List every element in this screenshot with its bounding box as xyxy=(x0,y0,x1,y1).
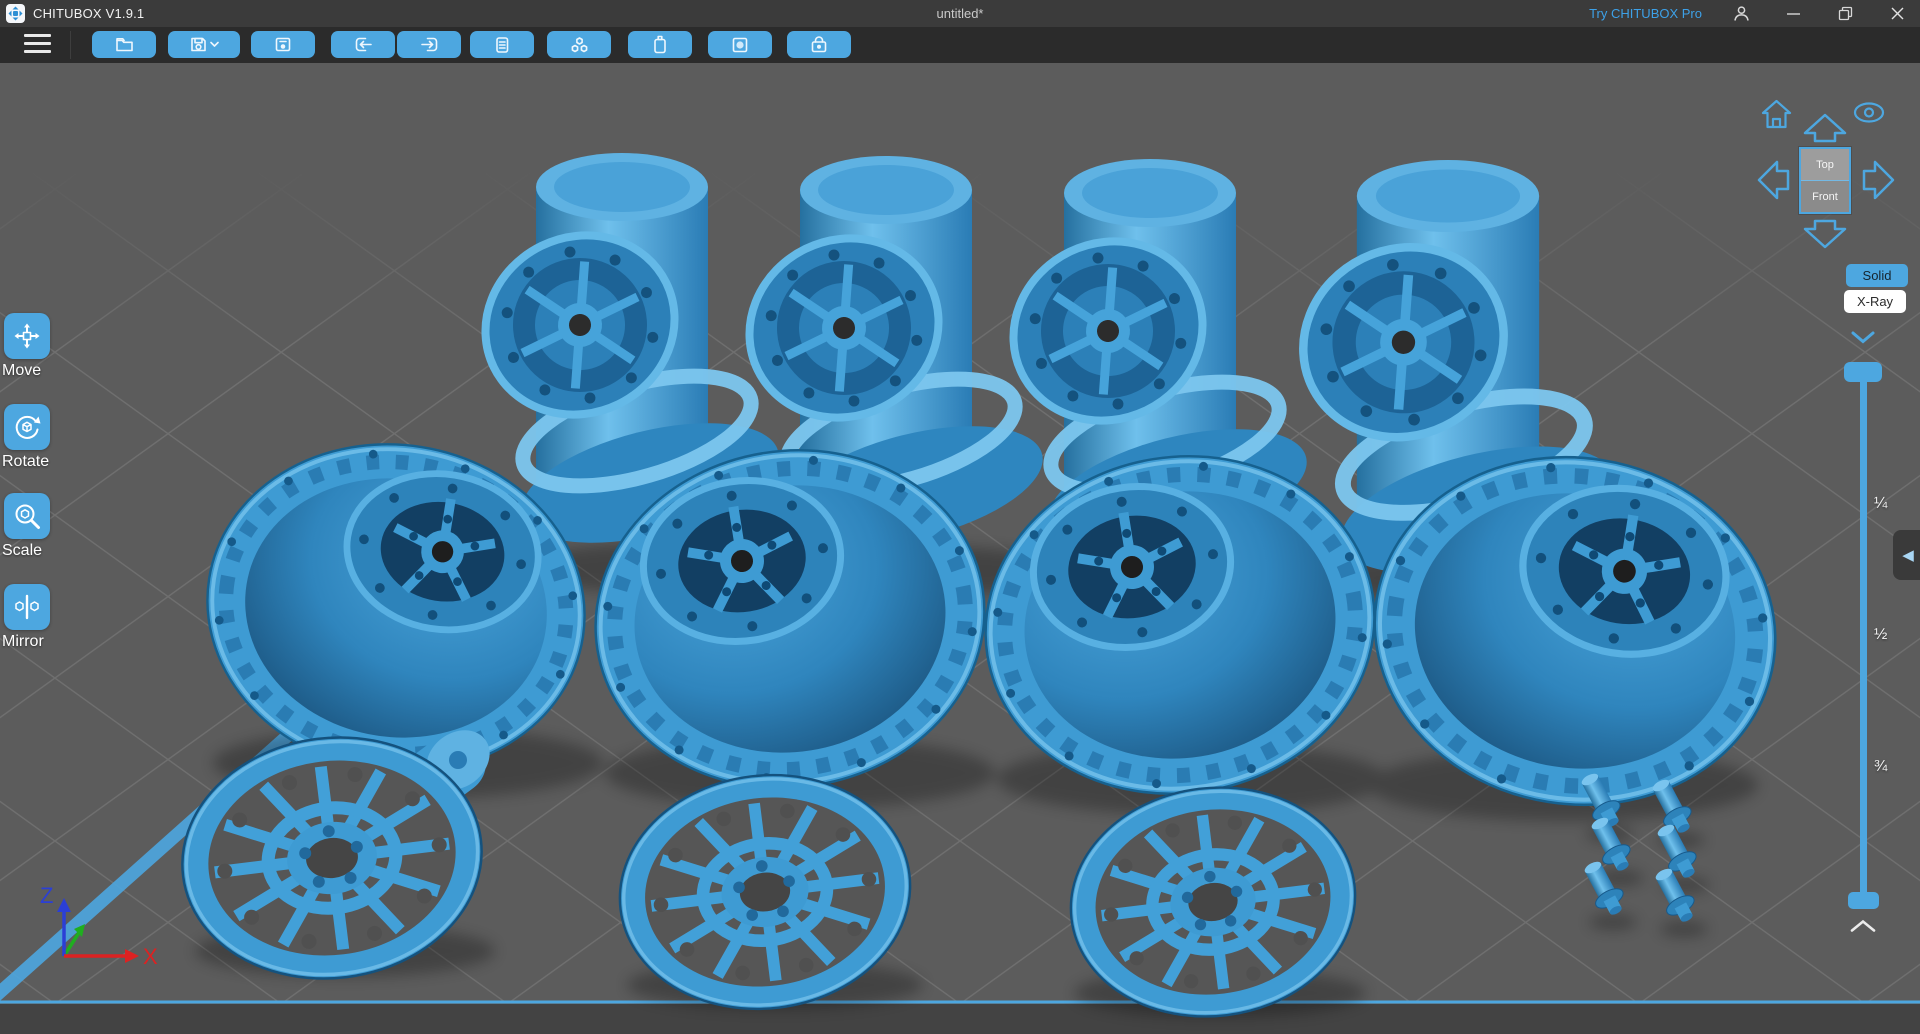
chitubox-logo xyxy=(6,4,25,23)
app-title: CHITUBOX V1.9.1 xyxy=(33,6,145,21)
arrange-parts-icon xyxy=(571,36,587,52)
try-pro-link[interactable]: Try CHITUBOX Pro xyxy=(1589,6,1702,21)
screenshot-button[interactable] xyxy=(251,31,315,58)
hollow-button[interactable] xyxy=(708,31,772,58)
triangle-left-icon: ◀ xyxy=(1902,547,1914,564)
slider-tick-quarter: ¼ xyxy=(1874,495,1888,512)
settings-panel-toggle[interactable]: ◀ xyxy=(1893,530,1920,580)
square-dot-icon xyxy=(732,37,748,52)
bottle-icon xyxy=(654,35,666,54)
move-tool-icon xyxy=(14,323,40,349)
nav-cube-face-top[interactable]: Top xyxy=(1801,149,1849,181)
undo-arrow-icon xyxy=(355,37,372,52)
slice-slider-track[interactable] xyxy=(1860,373,1867,906)
view-left-arrow[interactable] xyxy=(1757,159,1791,206)
viewport-3d[interactable]: Z X Move Rotate Scale Mirror Top Front S… xyxy=(0,63,1920,1034)
scale-tool-label: Scale xyxy=(2,542,43,559)
rotate-tool-button[interactable] xyxy=(4,404,50,450)
move-tool-label: Move xyxy=(2,362,42,379)
box-circle-icon xyxy=(811,35,827,52)
redo-arrow-icon xyxy=(420,37,437,52)
capture-frame-icon xyxy=(275,37,291,52)
home-icon[interactable] xyxy=(1760,98,1793,135)
toolbar-separator xyxy=(70,31,71,59)
slice-slider-handle-bottom[interactable] xyxy=(1848,892,1879,909)
auto-layout-button[interactable] xyxy=(547,31,611,58)
titlebar-left: CHITUBOX V1.9.1 xyxy=(6,0,144,27)
slider-tick-three-quarter: ¾ xyxy=(1874,758,1888,775)
view-right-arrow[interactable] xyxy=(1861,159,1895,206)
scale-tool: Scale xyxy=(0,493,92,560)
titlebar-right: Try CHITUBOX Pro xyxy=(1589,0,1910,27)
build-plate-scene[interactable]: Z X xyxy=(0,63,1920,1034)
toolbar xyxy=(0,27,1920,63)
view-controls: Top Front Solid X-Ray ¼ ½ ¾ ◀ xyxy=(1730,63,1920,1034)
chevron-down-icon xyxy=(209,41,219,47)
view-down-arrow[interactable] xyxy=(1803,218,1847,254)
slice-slider-handle-top[interactable] xyxy=(1844,362,1882,382)
move-tool-button[interactable] xyxy=(4,313,50,359)
scale-tool-icon xyxy=(15,504,40,529)
copy-icon xyxy=(496,36,509,53)
dig-hole-button[interactable] xyxy=(787,31,851,58)
hamburger-menu-icon[interactable] xyxy=(24,34,52,56)
rotate-tool-label: Rotate xyxy=(2,453,50,470)
plate-front-band xyxy=(0,1004,1920,1034)
minimize-button[interactable] xyxy=(1780,0,1806,27)
render-mode-solid[interactable]: Solid xyxy=(1846,264,1908,287)
folder-open-icon xyxy=(115,38,133,52)
user-icon[interactable] xyxy=(1728,0,1754,27)
slider-tick-half: ½ xyxy=(1874,626,1888,643)
clone-button[interactable] xyxy=(470,31,534,58)
mirror-tool-button[interactable] xyxy=(4,584,50,630)
nav-cube-face-front[interactable]: Front xyxy=(1801,181,1849,212)
mirror-tool-icon xyxy=(15,594,39,620)
undo-button[interactable] xyxy=(331,31,395,58)
redo-button[interactable] xyxy=(397,31,461,58)
view-up-arrow[interactable] xyxy=(1803,113,1847,149)
render-mode-xray[interactable]: X-Ray xyxy=(1844,290,1906,313)
save-icon xyxy=(190,37,206,52)
move-tool: Move xyxy=(0,313,92,380)
app-window: CHITUBOX V1.9.1 untitled* Try CHITUBOX P… xyxy=(0,0,1920,1034)
chevron-down-icon[interactable] xyxy=(1851,331,1875,349)
scale-tool-button[interactable] xyxy=(4,493,50,539)
titlebar: CHITUBOX V1.9.1 untitled* Try CHITUBOX P… xyxy=(0,0,1920,27)
resin-button[interactable] xyxy=(628,31,692,58)
eye-icon[interactable] xyxy=(1852,101,1886,129)
rotate-tool: Rotate xyxy=(0,404,92,471)
restore-button[interactable] xyxy=(1832,0,1858,27)
z-axis-label: Z xyxy=(40,883,53,908)
mirror-tool-label: Mirror xyxy=(2,633,44,650)
save-button[interactable] xyxy=(168,31,240,58)
x-axis-label: X xyxy=(143,944,158,969)
chevron-up-icon[interactable] xyxy=(1850,919,1876,938)
navigation-cube[interactable]: Top Front xyxy=(1799,147,1851,214)
mirror-tool: Mirror xyxy=(0,584,92,651)
rotate-tool-icon xyxy=(15,415,41,439)
open-file-button[interactable] xyxy=(92,31,156,58)
close-button[interactable] xyxy=(1884,0,1910,27)
